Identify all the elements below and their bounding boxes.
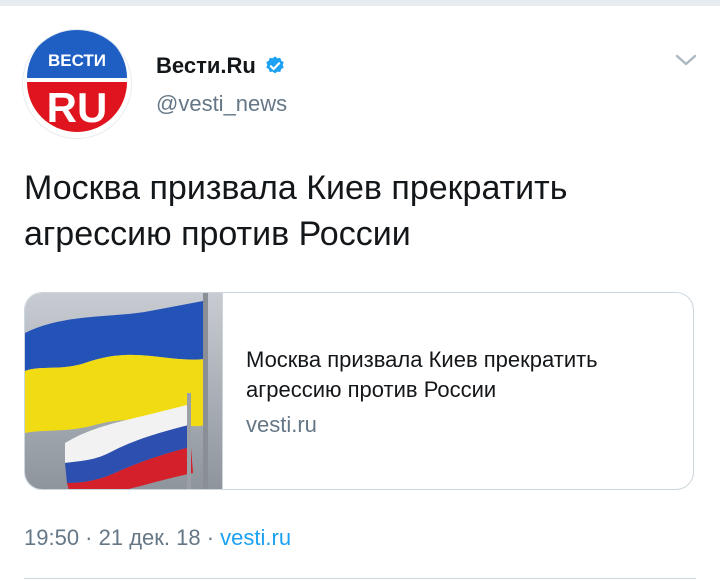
- author-block: Вести.Ru @vesti_news: [156, 52, 287, 118]
- vesti-logo-icon: ВЕСТИ RU: [23, 30, 131, 138]
- user-handle[interactable]: @vesti_news: [156, 90, 287, 118]
- tweet-text: Москва призвала Киев прекратить агрессию…: [24, 169, 568, 253]
- card-body: Москва призвала Киев прекратить агрессию…: [246, 345, 676, 439]
- display-name[interactable]: Вести.Ru: [156, 52, 256, 80]
- avatar[interactable]: ВЕСТИ RU: [23, 30, 131, 138]
- avatar-top-text: ВЕСТИ: [48, 51, 106, 70]
- top-divider: [0, 0, 720, 6]
- bottom-divider: [24, 578, 696, 579]
- meta-separator: ·: [200, 525, 221, 550]
- card-title[interactable]: Москва призвала Киев прекратить агрессию…: [246, 345, 676, 405]
- card-image: [25, 293, 223, 489]
- meta-separator: ·: [79, 525, 99, 550]
- tweet-source-link[interactable]: vesti.ru: [220, 525, 291, 550]
- card-domain: vesti.ru: [246, 412, 317, 437]
- verified-badge-icon: [266, 56, 284, 74]
- tweet-date[interactable]: 21 дек. 18: [99, 525, 201, 550]
- link-card[interactable]: Москва призвала Киев прекратить агрессию…: [24, 292, 694, 490]
- tweet-time[interactable]: 19:50: [24, 525, 79, 550]
- avatar-bottom-text: RU: [47, 84, 108, 131]
- flags-image: [25, 293, 222, 489]
- chevron-down-icon[interactable]: [674, 50, 698, 70]
- tweet-meta: 19:50 · 21 дек. 18 · vesti.ru: [24, 524, 291, 552]
